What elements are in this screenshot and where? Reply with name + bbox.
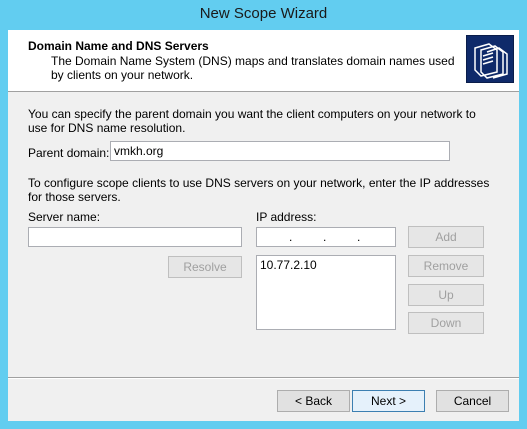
wizard-window: New Scope Wizard Domain Name and DNS Ser… (0, 0, 527, 429)
window-title: New Scope Wizard (199, 5, 328, 22)
resolve-button[interactable]: Resolve (168, 256, 242, 278)
add-button[interactable]: Add (408, 226, 484, 248)
header-title: Domain Name and DNS Servers (28, 39, 209, 53)
ip-dot-2: . (323, 230, 327, 244)
list-item[interactable]: 10.77.2.10 (260, 258, 392, 272)
ip-dot-1: . (289, 230, 293, 244)
next-button[interactable]: Next > (352, 390, 425, 412)
wizard-client-area: Domain Name and DNS Servers The Domain N… (8, 30, 519, 421)
ip-address-input[interactable]: . . . (256, 227, 396, 247)
remove-button[interactable]: Remove (408, 255, 484, 277)
dns-intro: To configure scope clients to use DNS se… (28, 176, 490, 204)
ip-dot-3: . (357, 230, 361, 244)
ip-address-list[interactable]: 10.77.2.10 (256, 255, 396, 330)
back-button[interactable]: < Back (277, 390, 350, 412)
parent-domain-input[interactable]: vmkh.org (110, 141, 450, 161)
folders-icon (466, 35, 514, 83)
header-description: The Domain Name System (DNS) maps and tr… (51, 54, 455, 82)
footer-separator (8, 377, 519, 379)
wizard-header: Domain Name and DNS Servers The Domain N… (8, 30, 519, 92)
down-button[interactable]: Down (408, 312, 484, 334)
server-name-label: Server name: (28, 210, 101, 224)
parent-domain-label: Parent domain: (28, 146, 110, 160)
ip-address-label: IP address: (256, 210, 317, 224)
parent-domain-intro: You can specify the parent domain you wa… (28, 107, 476, 135)
up-button[interactable]: Up (408, 284, 484, 306)
cancel-button[interactable]: Cancel (436, 390, 509, 412)
server-name-input[interactable] (28, 227, 242, 247)
